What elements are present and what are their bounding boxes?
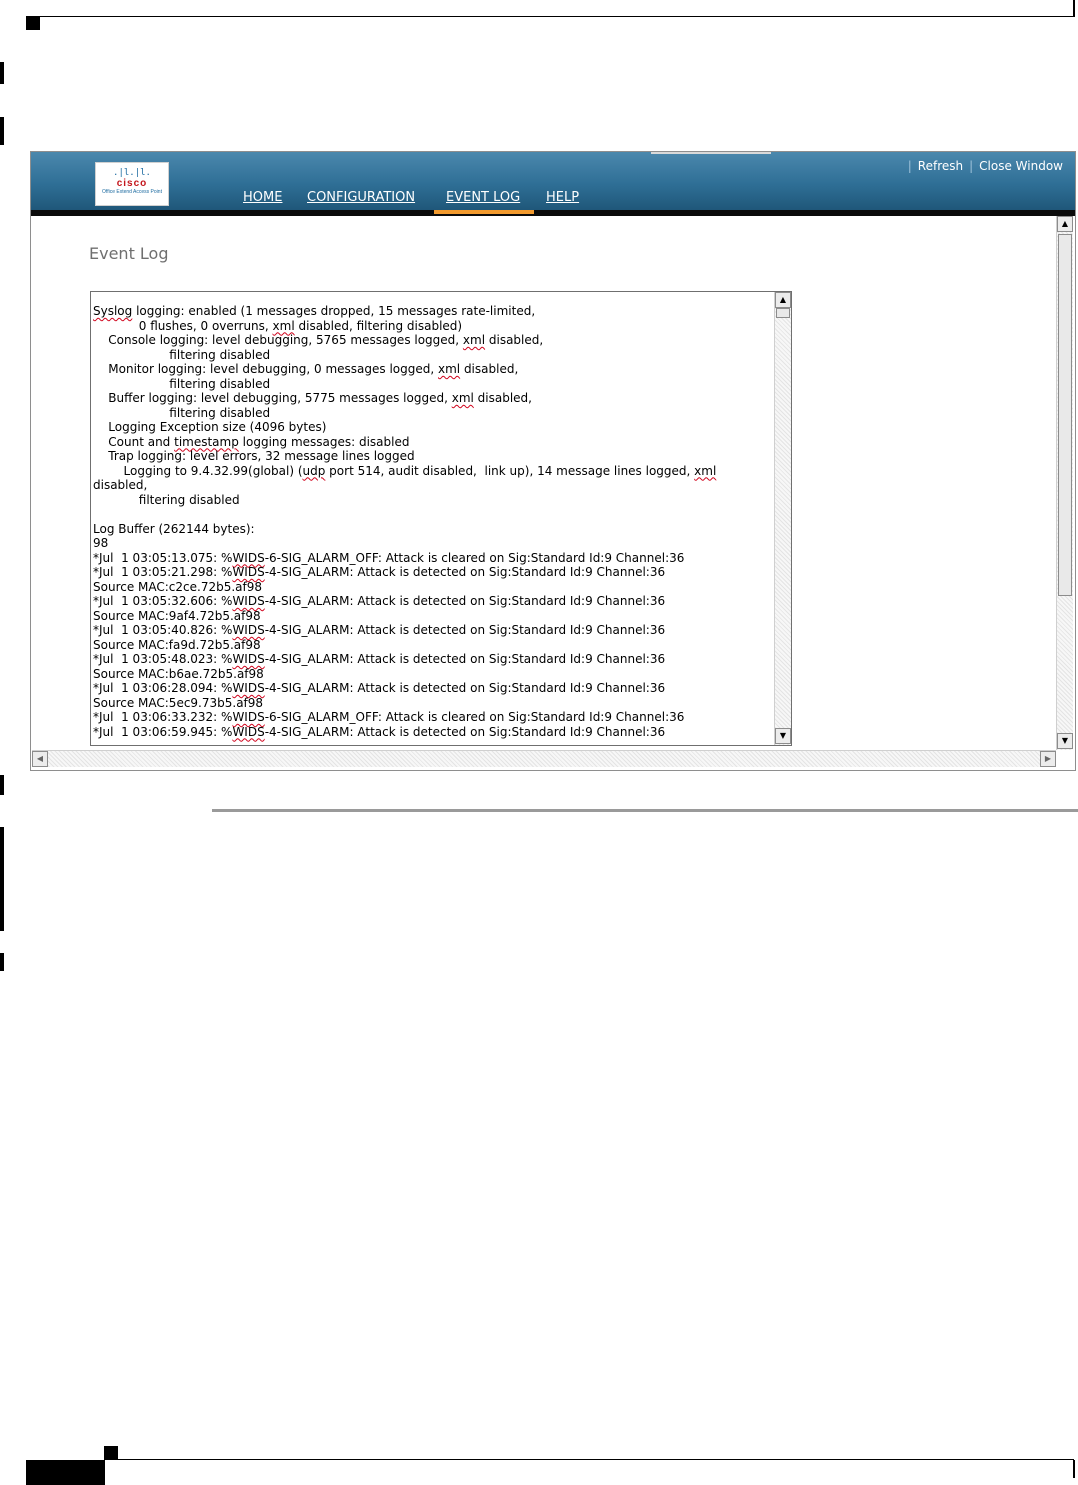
close-window-link[interactable]: Close Window bbox=[979, 159, 1063, 173]
change-bar bbox=[0, 827, 4, 931]
nav-home-label: HOME bbox=[243, 190, 283, 205]
change-bar bbox=[0, 62, 4, 84]
page-footer-rule bbox=[104, 1459, 1074, 1460]
log-line: Monitor logging: level debugging, 0 mess… bbox=[93, 362, 519, 376]
log-line: *Jul 1 03:05:40.826: %WIDS-4-SIG_ALARM: … bbox=[93, 623, 666, 637]
log-line: Source MAC:c2ce.72b5.af98 bbox=[93, 579, 263, 594]
page-footer-tick bbox=[1073, 1460, 1075, 1478]
nav-active-indicator bbox=[434, 210, 534, 214]
log-line: *Jul 1 03:06:33.232: %WIDS-6-SIG_ALARM_O… bbox=[93, 710, 685, 724]
nav-help[interactable]: HELP bbox=[546, 188, 579, 210]
nav-configuration[interactable]: CONFIGURATION bbox=[307, 188, 415, 210]
log-line: Log Buffer (262144 bytes): bbox=[93, 521, 255, 536]
refresh-link[interactable]: Refresh bbox=[918, 159, 963, 173]
log-line: Source MAC:b6ae.72b5.af98 bbox=[93, 666, 264, 681]
scroll-down-icon[interactable]: ▼ bbox=[775, 728, 791, 744]
page-horizontal-scrollbar[interactable]: ◀ ▶ bbox=[32, 750, 1056, 767]
cisco-bars-icon: .|l.|l. bbox=[113, 168, 151, 178]
log-line: Trap logging: level errors, 32 message l… bbox=[93, 449, 415, 463]
nav-event-log[interactable]: EVENT LOG bbox=[446, 188, 520, 210]
logo-wordmark: cisco bbox=[116, 178, 148, 189]
log-line: *Jul 1 03:05:13.075: %WIDS-6-SIG_ALARM_O… bbox=[93, 550, 685, 565]
log-line: filtering disabled bbox=[93, 376, 271, 391]
log-line: Logging Exception size (4096 bytes) bbox=[93, 420, 327, 434]
change-bar bbox=[0, 775, 4, 795]
log-line: Source MAC:fa9d.72b5.af98 bbox=[93, 637, 261, 652]
log-vertical-scrollbar[interactable]: ▲ ▼ bbox=[774, 292, 791, 745]
logo-subtitle: Office Extend Access Point bbox=[102, 189, 162, 195]
log-line: *Jul 1 03:05:48.023: %WIDS-4-SIG_ALARM: … bbox=[93, 652, 666, 666]
nav-event-log-label: EVENT LOG bbox=[446, 190, 521, 205]
page-scroll-thumb[interactable] bbox=[1058, 234, 1072, 596]
log-line: 98 bbox=[93, 536, 109, 550]
page-footer-marker bbox=[104, 1446, 118, 1460]
log-line: filtering disabled bbox=[93, 405, 271, 420]
browser-window: .|l.|l. cisco Office Extend Access Point… bbox=[30, 151, 1076, 771]
log-line: Console logging: level debugging, 5765 m… bbox=[93, 333, 544, 347]
scroll-left-icon[interactable]: ◀ bbox=[32, 751, 48, 767]
nav-configuration-label: CONFIGURATION bbox=[307, 190, 416, 205]
event-log-textarea[interactable]: Syslog logging: enabled (1 messages drop… bbox=[90, 291, 792, 746]
page-header-tick bbox=[1073, 0, 1075, 17]
log-line: Source MAC:5ec9.73b5.af98 bbox=[93, 695, 264, 710]
change-bar bbox=[0, 117, 4, 145]
top-links: | Refresh | Close Window bbox=[902, 159, 1063, 173]
link-separator: | bbox=[907, 159, 912, 173]
log-line: filtering disabled bbox=[93, 347, 271, 362]
page-scroll-up-icon[interactable]: ▲ bbox=[1057, 216, 1073, 232]
scroll-up-icon[interactable]: ▲ bbox=[775, 292, 791, 308]
scroll-thumb[interactable] bbox=[776, 308, 790, 318]
page-title: Event Log bbox=[89, 244, 169, 263]
log-line: *Jul 1 03:05:32.606: %WIDS-4-SIG_ALARM: … bbox=[93, 594, 666, 608]
log-line: Buffer logging: level debugging, 5775 me… bbox=[93, 391, 532, 405]
page-header-rule bbox=[26, 16, 1074, 17]
page-vertical-scrollbar[interactable]: ▲ ▼ bbox=[1056, 216, 1073, 750]
section-divider bbox=[212, 809, 1078, 812]
log-line: *Jul 1 03:06:28.094: %WIDS-4-SIG_ALARM: … bbox=[93, 681, 666, 695]
cisco-logo: .|l.|l. cisco Office Extend Access Point bbox=[95, 162, 169, 206]
nav-help-label: HELP bbox=[546, 190, 580, 205]
log-line: Logging to 9.4.32.99(global) (udp port 5… bbox=[93, 463, 721, 493]
page-header-marker bbox=[26, 17, 40, 30]
log-line: 0 flushes, 0 overruns, xml disabled, fil… bbox=[93, 318, 463, 333]
page-footer-tab bbox=[26, 1460, 105, 1485]
change-bar bbox=[0, 953, 4, 971]
link-separator: | bbox=[969, 159, 974, 173]
log-line: *Jul 1 03:06:59.945: %WIDS-4-SIG_ALARM: … bbox=[93, 724, 666, 739]
nav-home[interactable]: HOME bbox=[243, 188, 282, 210]
page-scroll-down-icon[interactable]: ▼ bbox=[1057, 733, 1073, 749]
event-log-content: Syslog logging: enabled (1 messages drop… bbox=[93, 304, 771, 739]
log-line: filtering disabled bbox=[93, 492, 240, 507]
log-line: Count and timestamp logging messages: di… bbox=[93, 434, 410, 449]
log-line: Source MAC:9af4.72b5.af98 bbox=[93, 608, 261, 623]
banner-notch bbox=[651, 152, 771, 154]
scroll-right-icon[interactable]: ▶ bbox=[1040, 751, 1056, 767]
header-banner: .|l.|l. cisco Office Extend Access Point… bbox=[31, 152, 1075, 210]
log-line: Syslog logging: enabled (1 messages drop… bbox=[93, 304, 536, 318]
log-line: *Jul 1 03:05:21.298: %WIDS-4-SIG_ALARM: … bbox=[93, 565, 666, 579]
nav-underbar bbox=[31, 210, 1075, 216]
